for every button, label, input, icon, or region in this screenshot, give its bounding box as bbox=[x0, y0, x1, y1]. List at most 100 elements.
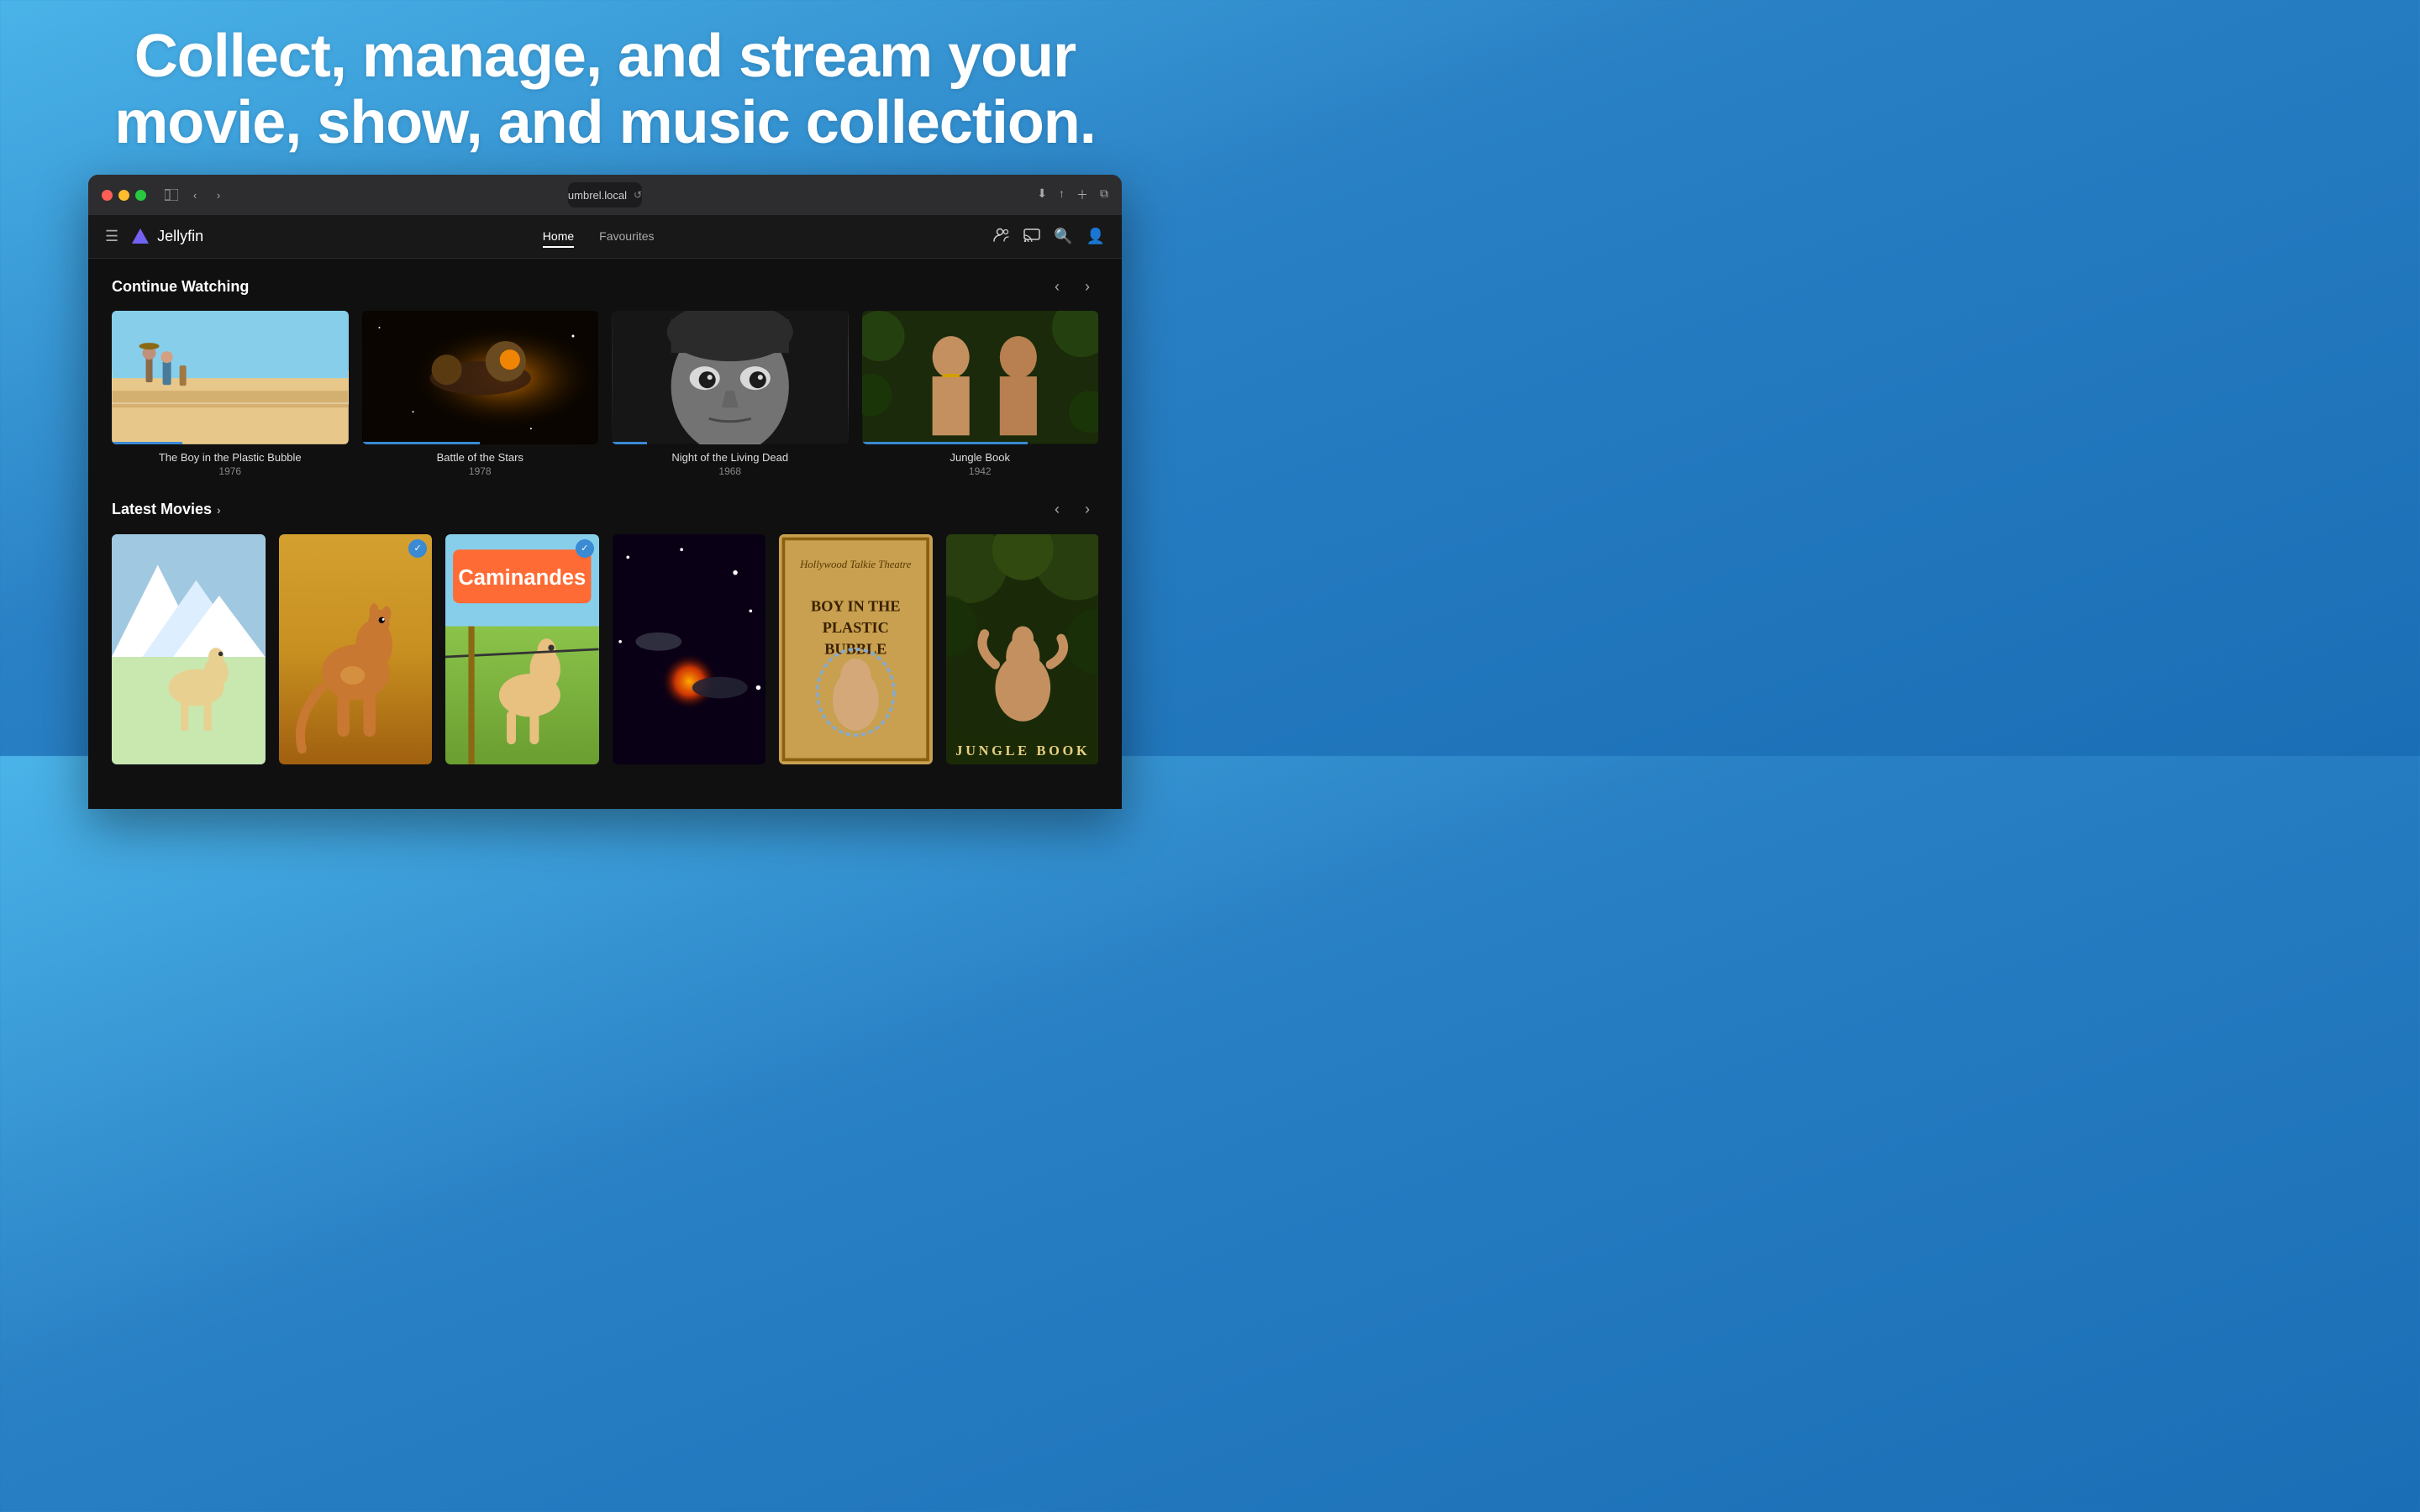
lm-thumb-3: Caminandes bbox=[445, 534, 599, 764]
nav-favourites[interactable]: Favourites bbox=[599, 226, 654, 248]
cw-info-4: Jungle Book 1942 bbox=[862, 444, 1099, 479]
latest-movies-row: ✓ Caminandes bbox=[112, 534, 1098, 764]
svg-text:BOY IN THE: BOY IN THE bbox=[811, 597, 901, 614]
section-header-lm: Latest Movies › ‹ › bbox=[112, 499, 1098, 521]
latest-movies-title: Latest Movies bbox=[112, 501, 212, 518]
hero-section: Collect, manage, and stream your movie, … bbox=[0, 0, 1210, 175]
cw-card-3[interactable]: Night of the Living Dead 1968 bbox=[612, 311, 849, 478]
cw-thumb-1 bbox=[112, 311, 349, 444]
lm-thumb-img-3: Caminandes bbox=[445, 534, 599, 764]
traffic-lights bbox=[102, 190, 146, 201]
latest-movies-title-link[interactable]: Latest Movies › bbox=[112, 501, 221, 518]
lm-thumb-1 bbox=[112, 534, 266, 764]
lm-thumb-img-6: JUNGLE BOOK bbox=[946, 534, 1098, 764]
lm-thumb-6: JUNGLE BOOK bbox=[946, 534, 1098, 764]
lm-card-6[interactable]: JUNGLE BOOK bbox=[946, 534, 1098, 764]
nav-left: ☰ Jellyfin bbox=[105, 227, 203, 247]
cw-year-3: 1968 bbox=[612, 465, 849, 477]
address-text: umbrel.local bbox=[568, 189, 627, 202]
check-badge-2: ✓ bbox=[408, 539, 427, 558]
lm-thumb-5: Hollywood Talkie Theatre BOY IN THE PLAS… bbox=[779, 534, 933, 764]
section-nav-lm: ‹ › bbox=[1046, 499, 1098, 521]
svg-text:JUNGLE BOOK: JUNGLE BOOK bbox=[955, 743, 1090, 759]
lm-thumb-img-5: Hollywood Talkie Theatre BOY IN THE PLAS… bbox=[779, 534, 933, 764]
top-nav: ☰ Jellyfin Ho bbox=[88, 215, 1122, 259]
cw-thumb-img-2 bbox=[362, 311, 599, 444]
lm-thumb-img-4 bbox=[613, 534, 766, 764]
logo-text: Jellyfin bbox=[157, 228, 203, 245]
lm-card-2[interactable]: ✓ bbox=[279, 534, 433, 764]
latest-movies-arrow: › bbox=[217, 503, 221, 517]
cw-card-2[interactable]: Battle of the Stars 1978 bbox=[362, 311, 599, 478]
browser-actions: ⬇ ↑ ＋ ⧉ bbox=[1037, 186, 1108, 203]
cw-thumb-img-4 bbox=[862, 311, 1099, 444]
new-tab-icon[interactable]: ＋ bbox=[1076, 186, 1088, 203]
progress-bar-1 bbox=[112, 442, 182, 444]
lm-thumb-2: ✓ bbox=[279, 534, 433, 764]
cw-thumb-2 bbox=[362, 311, 599, 444]
cast-icon[interactable] bbox=[1023, 227, 1040, 246]
continue-watching-row: The Boy in the Plastic Bubble 1976 bbox=[112, 311, 1098, 478]
cw-year-2: 1978 bbox=[362, 465, 599, 477]
hero-headline-line1: Collect, manage, and stream your bbox=[134, 23, 1076, 90]
cw-title-2: Battle of the Stars bbox=[362, 451, 599, 464]
hero-headline-line2: movie, show, and music collection. bbox=[114, 89, 1096, 156]
users-icon[interactable] bbox=[993, 227, 1010, 246]
nav-center: Home Favourites bbox=[203, 226, 993, 248]
back-button[interactable]: ‹ bbox=[187, 186, 203, 203]
continue-watching-section: Continue Watching ‹ › bbox=[88, 259, 1122, 491]
latest-movies-section: Latest Movies › ‹ › bbox=[88, 492, 1122, 778]
svg-text:PLASTIC: PLASTIC bbox=[823, 619, 889, 636]
share-icon[interactable]: ↑ bbox=[1059, 186, 1065, 203]
download-icon[interactable]: ⬇ bbox=[1037, 186, 1047, 203]
lm-thumb-img-1 bbox=[112, 534, 266, 764]
cw-year-1: 1976 bbox=[112, 465, 349, 477]
lm-card-4[interactable] bbox=[613, 534, 766, 764]
address-bar[interactable]: umbrel.local ↺ bbox=[568, 182, 642, 207]
cw-info-2: Battle of the Stars 1978 bbox=[362, 444, 599, 479]
browser-nav-icons: ‹ › bbox=[163, 186, 227, 203]
next-arrow-cw[interactable]: › bbox=[1076, 276, 1098, 297]
continue-watching-title: Continue Watching bbox=[112, 278, 249, 296]
svg-text:BUBBLE: BUBBLE bbox=[825, 640, 887, 657]
cw-title-1: The Boy in the Plastic Bubble bbox=[112, 451, 349, 464]
nav-right: 🔍 👤 bbox=[993, 227, 1105, 246]
search-icon[interactable]: 🔍 bbox=[1054, 228, 1072, 245]
lm-card-3[interactable]: Caminandes bbox=[445, 534, 599, 764]
prev-arrow-cw[interactable]: ‹ bbox=[1046, 276, 1068, 297]
maximize-button[interactable] bbox=[135, 190, 146, 201]
cw-title-3: Night of the Living Dead bbox=[612, 451, 849, 464]
browser-window: ‹ › umbrel.local ↺ ⬇ ↑ ＋ ⧉ ☰ bbox=[88, 175, 1122, 809]
forward-button[interactable]: › bbox=[210, 186, 227, 203]
logo[interactable]: Jellyfin bbox=[130, 227, 203, 247]
nav-home[interactable]: Home bbox=[543, 226, 574, 248]
close-button[interactable] bbox=[102, 190, 113, 201]
cw-thumb-4 bbox=[862, 311, 1099, 444]
next-arrow-lm[interactable]: › bbox=[1076, 499, 1098, 521]
cw-card-4[interactable]: Jungle Book 1942 bbox=[862, 311, 1099, 478]
svg-text:Hollywood Talkie Theatre: Hollywood Talkie Theatre bbox=[799, 559, 912, 570]
lm-thumb-img-2 bbox=[279, 534, 433, 764]
lm-card-1[interactable] bbox=[112, 534, 266, 764]
app-content: ☰ Jellyfin Ho bbox=[88, 215, 1122, 809]
progress-bar-3 bbox=[612, 442, 647, 444]
copy-tab-icon[interactable]: ⧉ bbox=[1100, 186, 1108, 203]
profile-icon[interactable]: 👤 bbox=[1086, 228, 1105, 245]
cw-thumb-img-1 bbox=[112, 311, 349, 444]
reload-icon[interactable]: ↺ bbox=[634, 189, 642, 201]
progress-bar-4 bbox=[862, 442, 1028, 444]
section-header-cw: Continue Watching ‹ › bbox=[112, 276, 1098, 297]
cw-info-3: Night of the Living Dead 1968 bbox=[612, 444, 849, 479]
prev-arrow-lm[interactable]: ‹ bbox=[1046, 499, 1068, 521]
cw-year-4: 1942 bbox=[862, 465, 1099, 477]
lm-thumb-4 bbox=[613, 534, 766, 764]
minimize-button[interactable] bbox=[118, 190, 129, 201]
hamburger-icon[interactable]: ☰ bbox=[105, 228, 118, 245]
lm-card-5[interactable]: Hollywood Talkie Theatre BOY IN THE PLAS… bbox=[779, 534, 933, 764]
cw-card-1[interactable]: The Boy in the Plastic Bubble 1976 bbox=[112, 311, 349, 478]
check-badge-3: ✓ bbox=[576, 539, 594, 558]
jellyfin-logo-icon bbox=[130, 227, 150, 247]
progress-bar-2 bbox=[362, 442, 481, 444]
cw-title-4: Jungle Book bbox=[862, 451, 1099, 464]
sidebar-toggle-icon[interactable] bbox=[163, 186, 180, 203]
